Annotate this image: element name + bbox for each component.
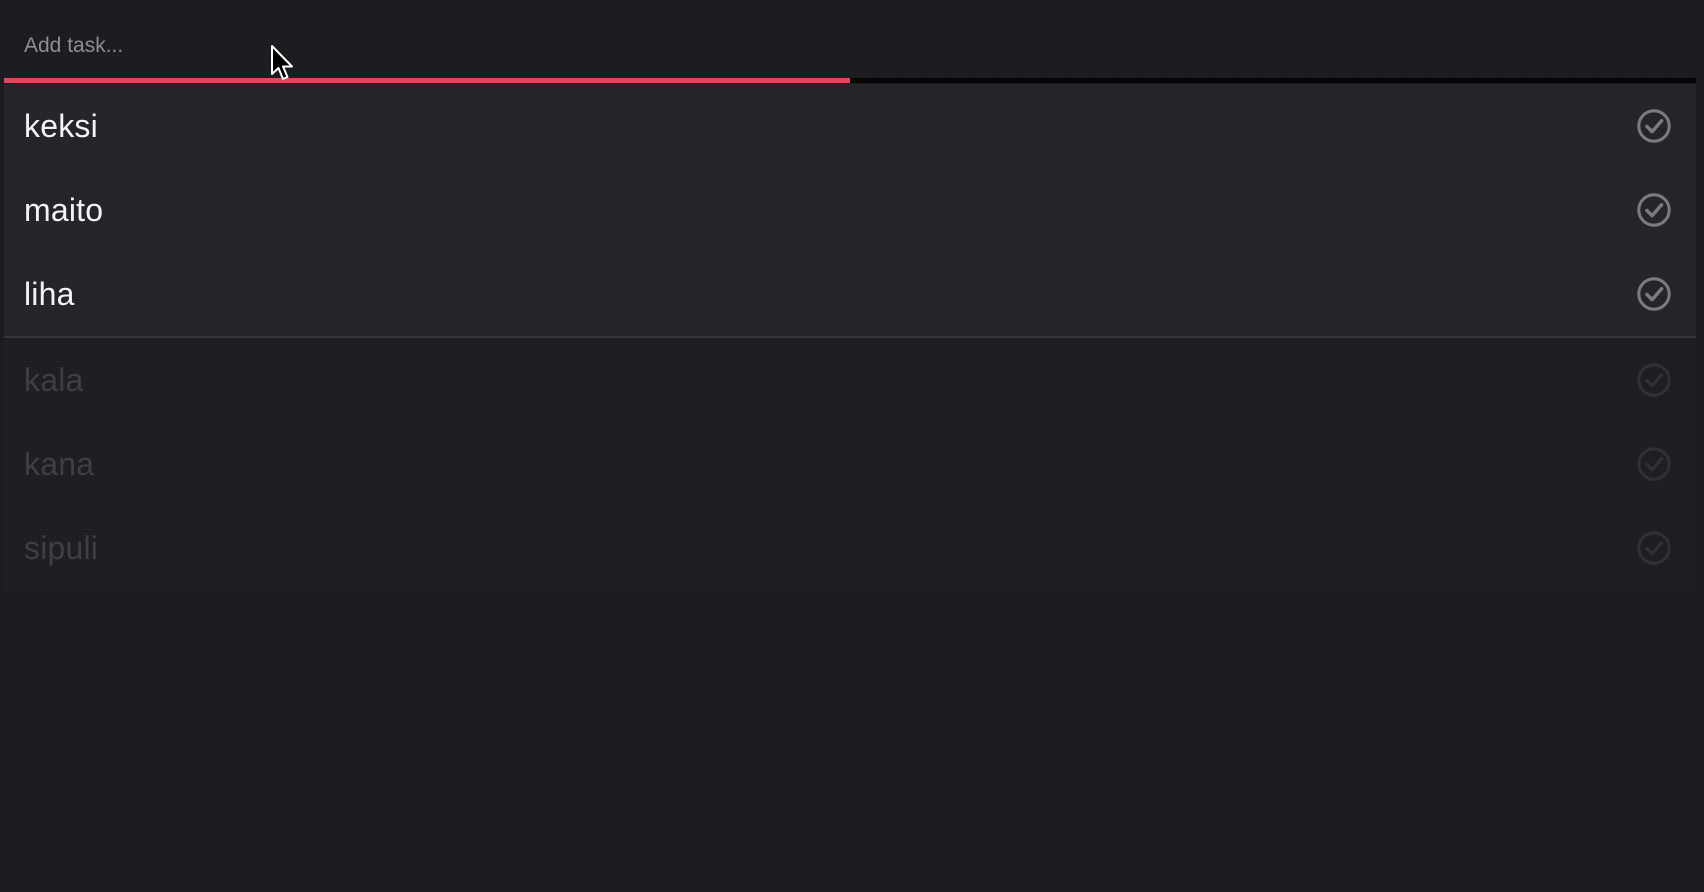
task-label: kala [24, 361, 84, 398]
task-item[interactable]: liha [4, 252, 1696, 336]
add-task-bar [4, 0, 1696, 84]
todo-app: keksi maito liha kala [0, 0, 1704, 892]
task-label: liha [24, 275, 75, 312]
check-circle-icon[interactable] [1634, 190, 1674, 230]
task-label: sipuli [24, 529, 99, 566]
check-circle-icon[interactable] [1634, 360, 1674, 400]
task-item-done[interactable]: kala [4, 338, 1696, 422]
check-circle-icon[interactable] [1634, 444, 1674, 484]
task-list: keksi maito liha kala kana sipuli [4, 84, 1696, 590]
check-circle-icon[interactable] [1634, 106, 1674, 146]
task-label: keksi [24, 107, 98, 144]
check-circle-icon[interactable] [1634, 274, 1674, 314]
task-item-done[interactable]: sipuli [4, 506, 1696, 590]
check-circle-icon[interactable] [1634, 528, 1674, 568]
task-label: kana [24, 445, 95, 482]
progress-bar [4, 78, 1696, 83]
task-item-done[interactable]: kana [4, 422, 1696, 506]
add-task-input[interactable] [4, 20, 1696, 72]
task-label: maito [24, 191, 104, 228]
progress-bar-fill [4, 78, 850, 83]
completed-task-group: kala kana sipuli [4, 338, 1696, 590]
task-item[interactable]: maito [4, 168, 1696, 252]
task-item[interactable]: keksi [4, 84, 1696, 168]
active-task-group: keksi maito liha [4, 84, 1696, 338]
